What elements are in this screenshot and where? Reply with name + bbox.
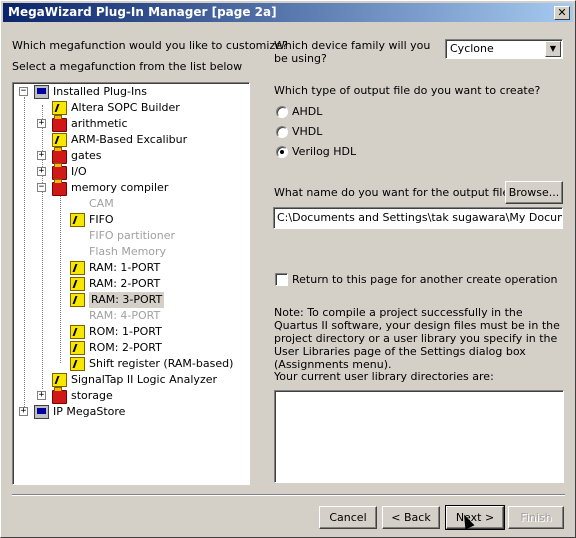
library-dirs-label: Your current user library directories ar… — [274, 370, 494, 383]
plugins-icon — [34, 85, 49, 99]
return-checkbox-label: Return to this page for another create o… — [292, 273, 558, 286]
expand-icon[interactable]: + — [37, 119, 46, 128]
tree-label: Flash Memory — [89, 245, 167, 258]
next-button[interactable]: Next > — [445, 505, 505, 530]
browse-button[interactable]: Browse... — [505, 181, 563, 204]
radio-ahdl[interactable] — [276, 106, 288, 118]
tree-label: Shift register (RAM-based) — [89, 357, 234, 370]
wizard-icon — [70, 325, 85, 339]
device-family-value: Cyclone — [450, 42, 494, 55]
chevron-down-icon[interactable]: ▼ — [545, 41, 561, 57]
folder-icon — [52, 115, 67, 132]
expand-icon[interactable]: + — [37, 391, 46, 400]
megafunction-question: Which megafunction would you like to cus… — [12, 39, 288, 52]
wizard-icon — [70, 277, 85, 291]
tree-label: ARM-Based Excalibur — [71, 133, 188, 146]
tree-label: SignalTap II Logic Analyzer — [71, 373, 218, 386]
tree-label: FIFO partitioner — [89, 229, 176, 242]
device-family-question: Which device family will you be using? — [274, 39, 431, 65]
wizard-icon — [52, 133, 67, 147]
library-dirs-list[interactable] — [274, 390, 564, 483]
title-bar: MegaWizard Plug-In Manager [page 2a] ✕ — [3, 3, 573, 22]
wizard-icon — [70, 357, 85, 371]
close-icon[interactable]: ✕ — [554, 6, 570, 20]
folder-icon — [52, 179, 67, 196]
wizard-icon — [70, 213, 85, 227]
wizard-icon — [70, 293, 85, 307]
note-text: Note: To compile a project successfully … — [274, 306, 560, 371]
folder-icon — [52, 387, 67, 404]
tree-label: RAM: 1-PORT — [89, 261, 161, 274]
wizard-window: MegaWizard Plug-In Manager [page 2a] ✕ W… — [0, 0, 576, 538]
tree-label: RAM: 4-PORT — [89, 309, 161, 322]
tree-label: gates — [71, 149, 102, 162]
tree-label: I/O — [71, 165, 87, 178]
window-title: MegaWizard Plug-In Manager [page 2a] — [8, 5, 277, 19]
tree-label: IP MegaStore — [53, 405, 126, 418]
tree-label: FIFO — [89, 213, 114, 226]
expand-icon[interactable]: + — [37, 167, 46, 176]
wizard-icon — [52, 101, 67, 115]
folder-icon — [52, 147, 67, 164]
wizard-icon — [70, 341, 85, 355]
megastore-icon — [34, 405, 49, 419]
tree-label: ROM: 2-PORT — [89, 341, 162, 354]
output-file-path-field[interactable]: C:\Documents and Settings\tak sugawara\M… — [273, 207, 563, 229]
folder-icon — [52, 163, 67, 180]
return-checkbox[interactable] — [275, 273, 288, 286]
radio-ahdl-label: AHDL — [292, 105, 323, 118]
expand-icon[interactable]: + — [37, 151, 46, 160]
radio-vhdl-label: VHDL — [292, 125, 323, 138]
output-name-question: What name do you want for the output fil… — [274, 186, 516, 199]
tree-label: CAM — [89, 197, 114, 210]
tree-label: Altera SOPC Builder — [71, 101, 180, 114]
radio-verilog-label: Verilog HDL — [292, 145, 357, 158]
collapse-icon[interactable]: − — [19, 87, 28, 96]
expand-icon[interactable]: + — [19, 407, 28, 416]
cancel-button[interactable]: Cancel — [319, 506, 377, 529]
tree-label: RAM: 2-PORT — [89, 277, 161, 290]
tree-label: storage — [71, 389, 113, 402]
megafunction-tree[interactable]: − Installed Plug-Ins Altera SOPC Builder… — [12, 82, 250, 485]
megafunction-instruction: Select a megafunction from the list belo… — [12, 60, 243, 73]
footer-divider — [12, 494, 565, 496]
radio-vhdl[interactable] — [276, 126, 288, 138]
collapse-icon[interactable]: − — [37, 183, 46, 192]
device-family-select[interactable]: Cyclone ▼ — [445, 39, 563, 59]
finish-button: Finish — [508, 506, 564, 529]
radio-verilog-hdl[interactable] — [276, 146, 288, 158]
wizard-icon — [52, 373, 67, 387]
back-button[interactable]: < Back — [382, 506, 440, 529]
tree-label: arithmetic — [71, 117, 128, 130]
tree-label: memory compiler — [71, 181, 169, 194]
output-type-question: Which type of output file do you want to… — [274, 84, 541, 97]
tree-label: Installed Plug-Ins — [53, 85, 147, 98]
tree-label: ROM: 1-PORT — [89, 325, 162, 338]
wizard-icon — [70, 261, 85, 275]
tree-label-selected: RAM: 3-PORT — [89, 292, 165, 308]
